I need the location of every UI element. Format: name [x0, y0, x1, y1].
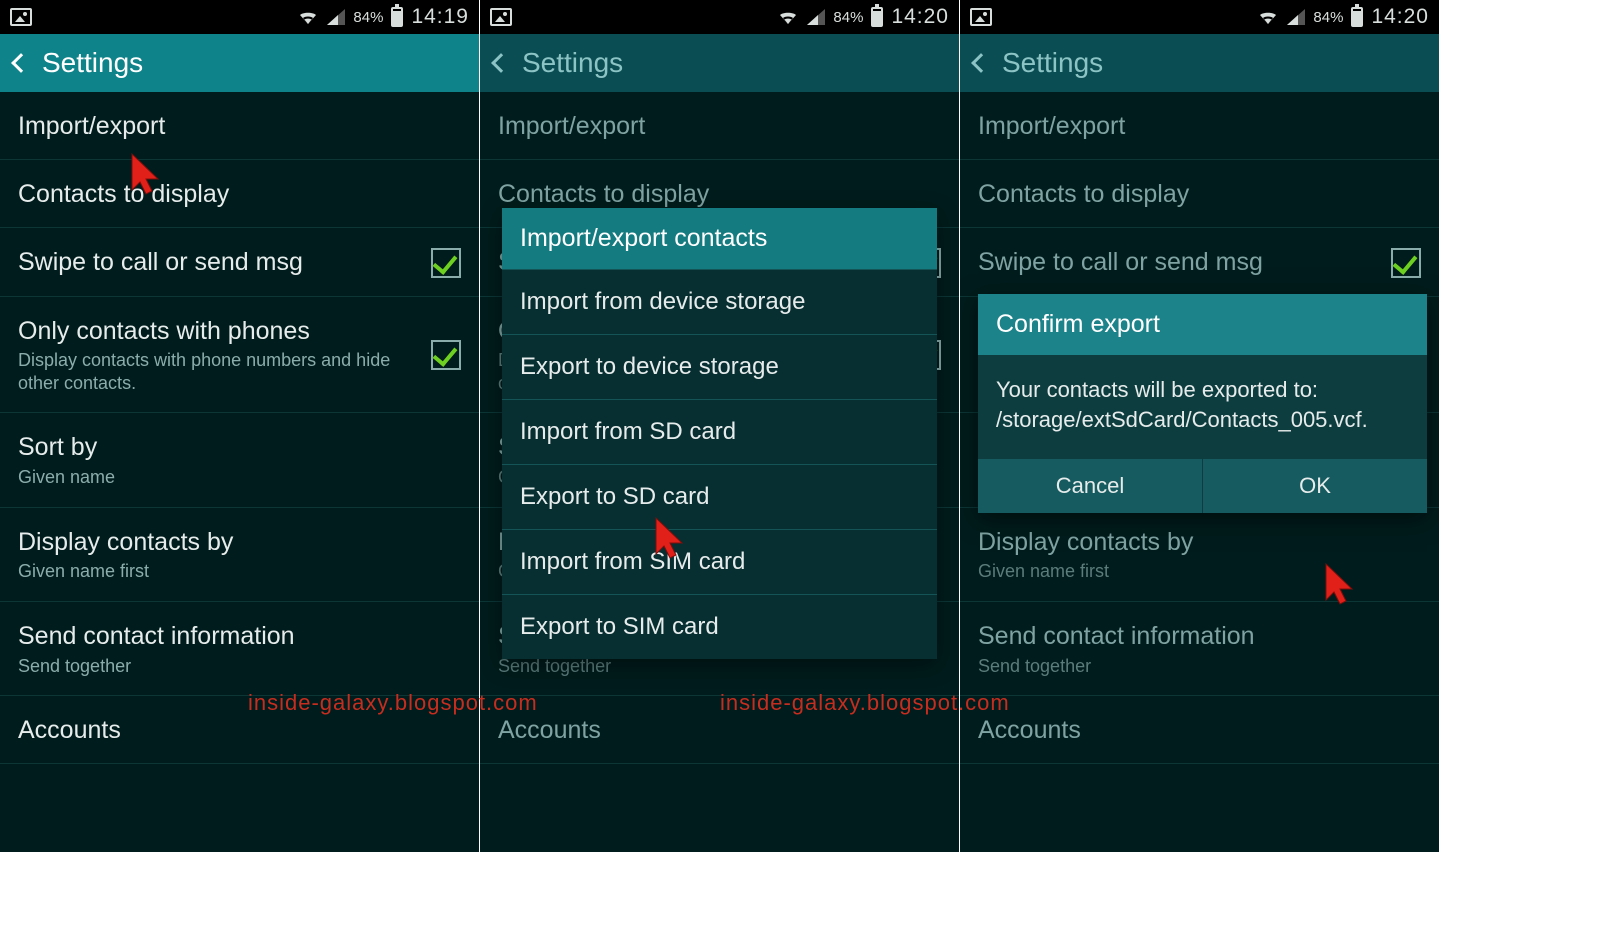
clock: 14:20	[1371, 5, 1429, 29]
media-icon	[490, 8, 512, 26]
wifi-icon	[297, 9, 319, 25]
app-header: Settings	[960, 34, 1439, 92]
row-title: Swipe to call or send msg	[18, 248, 303, 277]
modal-item-export-sim[interactable]: Export to SIM card	[502, 594, 937, 659]
row-title: Sort by	[18, 433, 115, 462]
row-subtitle: Given name	[18, 466, 115, 489]
app-header: Settings	[480, 34, 959, 92]
modal-title: Import/export contacts	[502, 208, 937, 269]
clock: 14:19	[411, 5, 469, 29]
checkbox-only-phones[interactable]	[431, 340, 461, 370]
phone-screen-1: 84% 14:19 Settings Import/export Contact…	[0, 0, 480, 852]
confirm-export-dialog: Confirm export Your contacts will be exp…	[978, 294, 1427, 513]
row-title: Only contacts with phones	[18, 317, 398, 346]
import-export-modal: Import/export contacts Import from devic…	[502, 208, 937, 659]
signal-icon	[1287, 9, 1305, 25]
media-icon	[10, 8, 32, 26]
back-icon[interactable]	[491, 53, 511, 73]
checkbox-swipe-call[interactable]	[431, 248, 461, 278]
dialog-message: Your contacts will be exported to: /stor…	[978, 355, 1427, 458]
ok-button[interactable]: OK	[1202, 458, 1427, 513]
status-bar: 84% 14:19	[0, 0, 479, 34]
row-send-contact[interactable]: Send contact information Send together	[0, 602, 479, 696]
row-title: Import/export	[18, 112, 165, 141]
row-title: Accounts	[498, 716, 601, 745]
phone-screen-3: 84% 14:20 Settings Import/export Contact…	[960, 0, 1440, 852]
row-subtitle: Send together	[978, 655, 1255, 678]
row-display-by: Display contacts by Given name first	[960, 508, 1439, 602]
battery-percent: 84%	[1313, 9, 1343, 26]
battery-icon	[391, 7, 403, 27]
row-title: Contacts to display	[18, 180, 229, 209]
row-title: Contacts to display	[498, 180, 709, 209]
wifi-icon	[777, 9, 799, 25]
row-accounts: Accounts	[480, 696, 959, 764]
row-import-export: Import/export	[960, 92, 1439, 160]
row-title: Send contact information	[18, 622, 295, 651]
phone-triptych: 84% 14:19 Settings Import/export Contact…	[0, 0, 1440, 852]
battery-icon	[871, 7, 883, 27]
checkbox	[1391, 248, 1421, 278]
wifi-icon	[1257, 9, 1279, 25]
battery-percent: 84%	[833, 9, 863, 26]
row-title: Display contacts by	[18, 528, 233, 557]
row-import-export: Import/export	[480, 92, 959, 160]
signal-icon	[807, 9, 825, 25]
row-subtitle: Display contacts with phone numbers and …	[18, 349, 398, 394]
clock: 14:20	[891, 5, 949, 29]
page-title: Settings	[42, 47, 143, 79]
modal-item-import-device[interactable]: Import from device storage	[502, 269, 937, 334]
signal-icon	[327, 9, 345, 25]
row-accounts[interactable]: Accounts	[0, 696, 479, 764]
modal-item-import-sd[interactable]: Import from SD card	[502, 399, 937, 464]
modal-item-export-sd[interactable]: Export to SD card	[502, 464, 937, 529]
row-only-phones[interactable]: Only contacts with phones Display contac…	[0, 297, 479, 414]
row-sort-by[interactable]: Sort by Given name	[0, 413, 479, 507]
row-title: Send contact information	[978, 622, 1255, 651]
dialog-title: Confirm export	[978, 294, 1427, 355]
app-header: Settings	[0, 34, 479, 92]
row-subtitle: Given name first	[978, 560, 1193, 583]
page-title: Settings	[522, 47, 623, 79]
media-icon	[970, 8, 992, 26]
row-contacts-to-display[interactable]: Contacts to display	[0, 160, 479, 228]
row-accounts: Accounts	[960, 696, 1439, 764]
row-title: Contacts to display	[978, 180, 1189, 209]
row-title: Accounts	[978, 716, 1081, 745]
row-swipe-call[interactable]: Swipe to call or send msg	[0, 228, 479, 297]
row-title: Import/export	[498, 112, 645, 141]
row-import-export[interactable]: Import/export	[0, 92, 479, 160]
row-swipe-call: Swipe to call or send msg	[960, 228, 1439, 297]
row-contacts-to-display: Contacts to display	[960, 160, 1439, 228]
status-bar: 84% 14:20	[960, 0, 1439, 34]
battery-percent: 84%	[353, 9, 383, 26]
back-icon[interactable]	[971, 53, 991, 73]
row-display-by[interactable]: Display contacts by Given name first	[0, 508, 479, 602]
row-subtitle: Given name first	[18, 560, 233, 583]
cancel-button[interactable]: Cancel	[978, 458, 1202, 513]
battery-icon	[1351, 7, 1363, 27]
status-bar: 84% 14:20	[480, 0, 959, 34]
phone-screen-2: 84% 14:20 Settings Import/export Contact…	[480, 0, 960, 852]
modal-item-export-device[interactable]: Export to device storage	[502, 334, 937, 399]
dialog-actions: Cancel OK	[978, 458, 1427, 513]
row-title: Swipe to call or send msg	[978, 248, 1263, 277]
page-title: Settings	[1002, 47, 1103, 79]
row-send-contact: Send contact information Send together	[960, 602, 1439, 696]
back-icon[interactable]	[11, 53, 31, 73]
modal-item-import-sim[interactable]: Import from SIM card	[502, 529, 937, 594]
row-title: Import/export	[978, 112, 1125, 141]
row-title: Accounts	[18, 716, 121, 745]
row-subtitle: Send together	[18, 655, 295, 678]
row-title: Display contacts by	[978, 528, 1193, 557]
settings-list: Import/export Contacts to display Swipe …	[0, 92, 479, 764]
